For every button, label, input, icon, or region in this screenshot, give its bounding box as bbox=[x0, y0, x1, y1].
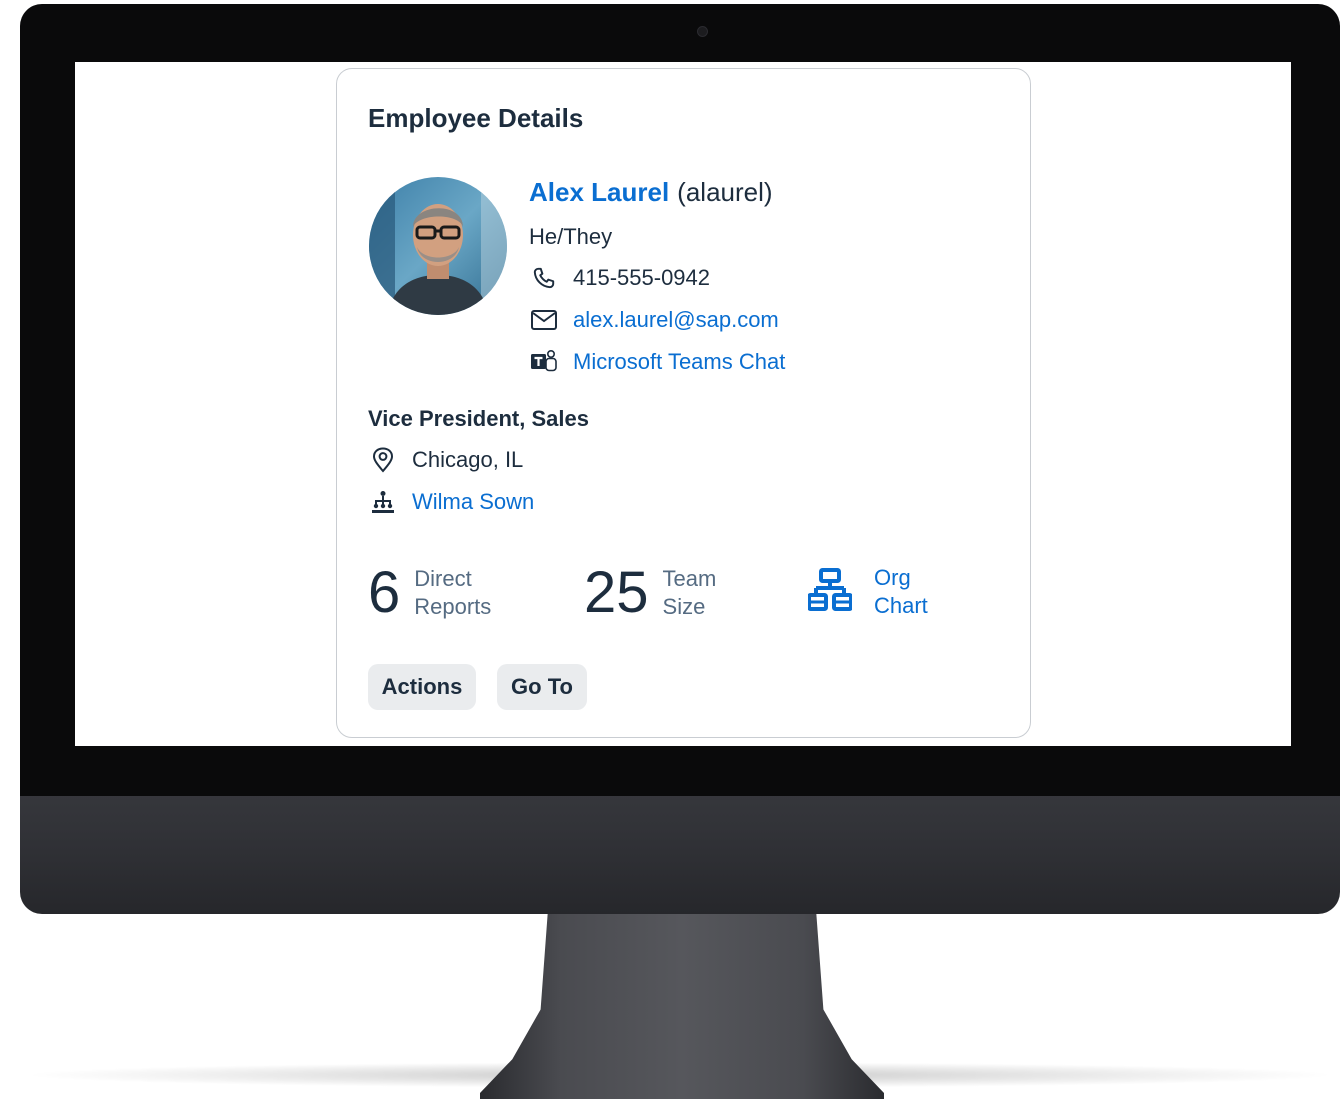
employee-details-card: Employee Details Alex Laurel (alaurel) H… bbox=[336, 68, 1031, 738]
location-text: Chicago, IL bbox=[412, 447, 524, 472]
team-size-metric[interactable]: 25 Team Size bbox=[584, 564, 716, 622]
avatar bbox=[369, 177, 507, 315]
org-chart-label: Org Chart bbox=[874, 565, 928, 618]
phone-number[interactable]: 415-555-0942 bbox=[573, 265, 710, 291]
job-title: Vice President, Sales bbox=[368, 406, 589, 431]
employee-user-id: (alaurel) bbox=[677, 177, 773, 207]
email-link[interactable]: alex.laurel@sap.com bbox=[573, 307, 779, 333]
teams-icon bbox=[529, 349, 559, 375]
employee-name-row: Alex Laurel (alaurel) bbox=[529, 177, 773, 208]
direct-reports-metric[interactable]: 6 Direct Reports bbox=[368, 564, 491, 622]
location-row: Chicago, IL bbox=[368, 447, 523, 473]
avatar-photo bbox=[369, 177, 507, 315]
team-size-label: Team Size bbox=[662, 566, 717, 619]
pronouns: He/They bbox=[529, 224, 613, 249]
org-chart-link[interactable]: Org Chart bbox=[807, 564, 928, 620]
team-size-count: 25 bbox=[584, 560, 649, 625]
go-to-button[interactable]: Go To bbox=[497, 664, 587, 710]
phone-icon bbox=[529, 265, 559, 291]
mail-icon bbox=[529, 307, 559, 333]
hierarchy-icon bbox=[368, 489, 398, 515]
monitor-stand bbox=[480, 900, 884, 1099]
phone-row: 415-555-0942 bbox=[529, 265, 710, 291]
manager-row: Wilma Sown bbox=[368, 489, 534, 515]
manager-link[interactable]: Wilma Sown bbox=[412, 489, 534, 515]
card-title: Employee Details bbox=[368, 103, 584, 133]
monitor-screen: Employee Details Alex Laurel (alaurel) H… bbox=[75, 62, 1291, 746]
employee-name-link[interactable]: Alex Laurel bbox=[529, 177, 669, 208]
camera-dot bbox=[697, 26, 708, 37]
email-row: alex.laurel@sap.com bbox=[529, 307, 779, 333]
direct-reports-count: 6 bbox=[368, 560, 401, 625]
actions-button[interactable]: Actions bbox=[368, 664, 476, 710]
direct-reports-label: Direct Reports bbox=[414, 566, 492, 619]
location-icon bbox=[368, 447, 398, 473]
org-chart-icon bbox=[807, 567, 853, 617]
teams-row: Microsoft Teams Chat bbox=[529, 349, 785, 375]
teams-chat-link[interactable]: Microsoft Teams Chat bbox=[573, 349, 785, 375]
